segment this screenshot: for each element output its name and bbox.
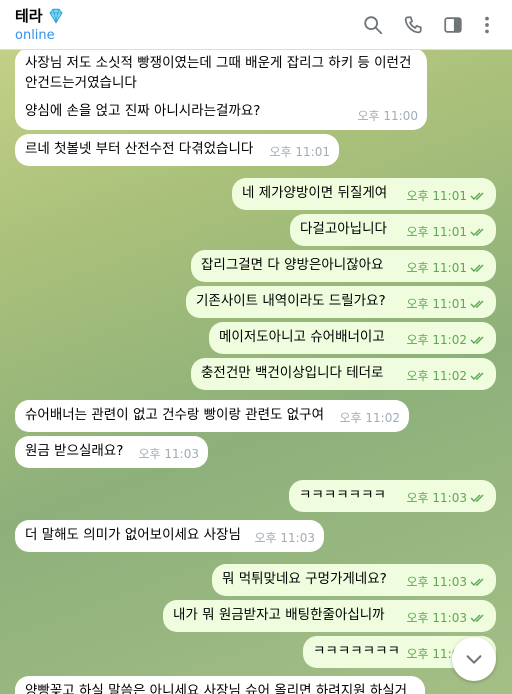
message-time: 오후 11:01 [406, 261, 467, 275]
message-time: 오후 11:02 [339, 411, 400, 425]
message-bubble-outgoing[interactable]: 기존사이트 내역이라도 드릴가요? 오후 11:01 [186, 286, 496, 318]
read-checkmarks-icon [470, 578, 484, 586]
message-time: 오후 11:03 [138, 447, 199, 461]
search-icon[interactable] [362, 14, 384, 36]
read-checkmarks-icon [470, 228, 484, 236]
message-time: 오후 11:01 [406, 225, 467, 239]
message-bubble-incoming[interactable]: 원금 받으실래요? 오후 11:03 [15, 436, 208, 468]
message-bubble-incoming[interactable]: 양빵꽂고 하실 말씀은 아니세요 사장님 슈어 올리면 하려지원 하실거 [15, 676, 425, 694]
read-checkmarks-icon [470, 336, 484, 344]
message-bubble-outgoing[interactable]: 내가 뭐 원금받자고 배팅한줄아십니까 오후 11:03 [163, 600, 496, 632]
read-checkmarks-icon [470, 494, 484, 502]
message-bubble-incoming[interactable]: 슈어배너는 관련이 없고 건수랑 빵이랑 관련도 없구여 오후 11:02 [15, 400, 409, 432]
message-time: 오후 11:03 [406, 611, 467, 625]
read-checkmarks-icon [470, 264, 484, 272]
chat-header: 테라 online [0, 0, 512, 50]
message-time: 오후 11:01 [406, 189, 467, 203]
message-bubble-incoming[interactable]: 르네 첫볼넷 부터 산전수전 다겪었습니다 오후 11:01 [15, 134, 339, 166]
more-vertical-icon[interactable] [476, 14, 498, 36]
chat-title[interactable]: 테라 [15, 5, 65, 26]
message-time: 오후 11:03 [406, 575, 467, 589]
chat-status: online [15, 28, 55, 43]
message-bubble-outgoing[interactable]: 다걸고아닙니다 오후 11:01 [290, 214, 496, 246]
message-text-line: 사장님 저도 소싯적 빵쟁이였는데 그때 배운게 잡리그 하키 등 이런건 [25, 55, 412, 71]
chat-title-text: 테라 [15, 7, 43, 25]
message-time: 오후 11:00 [357, 109, 418, 123]
chevron-down-icon [466, 655, 482, 664]
message-list[interactable]: 사장님 저도 소싯적 빵쟁이였는데 그때 배운게 잡리그 하키 등 이런건 안건… [0, 50, 512, 694]
message-bubble-incoming[interactable]: 사장님 저도 소싯적 빵쟁이였는데 그때 배운게 잡리그 하키 등 이런건 안건… [15, 50, 427, 130]
message-text-line: 안건드는거였습니다 [25, 75, 137, 91]
message-time: 오후 11:01 [269, 145, 330, 159]
gem-icon [49, 8, 63, 24]
read-checkmarks-icon [470, 372, 484, 380]
message-bubble-outgoing[interactable]: 충전건만 백건이상입니다 테더로 오후 11:02 [191, 358, 496, 390]
read-checkmarks-icon [470, 192, 484, 200]
sidebar-toggle-icon[interactable] [442, 14, 464, 36]
message-bubble-outgoing[interactable]: ㅋㅋㅋㅋㅋㅋㅋ 오후 11:03 [289, 480, 496, 512]
message-time: 오후 11:02 [406, 333, 467, 347]
message-bubble-outgoing[interactable]: 뭐 먹튀맞네요 구멍가게네요? 오후 11:03 [212, 564, 496, 596]
message-bubble-outgoing[interactable]: 네 제가양방이면 뒤질게여 오후 11:01 [232, 178, 496, 210]
message-bubble-outgoing[interactable]: 메이저도아니고 슈어배너이고 오후 11:02 [209, 322, 496, 354]
message-time: 오후 11:03 [254, 531, 315, 545]
message-bubble-outgoing[interactable]: 잡리그걸면 다 양방은아니잖아요 오후 11:01 [191, 250, 496, 282]
phone-icon[interactable] [402, 14, 424, 36]
message-text: 양빵꽂고 하실 말씀은 아니세요 사장님 슈어 올리면 하려지원 하실거 [25, 683, 408, 694]
scroll-down-button[interactable] [452, 637, 496, 681]
read-checkmarks-icon [470, 300, 484, 308]
message-bubble-incoming[interactable]: 더 말해도 의미가 없어보이세요 사장님 오후 11:03 [15, 520, 324, 552]
message-time: 오후 11:03 [406, 491, 467, 505]
message-time: 오후 11:01 [406, 297, 467, 311]
read-checkmarks-icon [470, 614, 484, 622]
message-time: 오후 11:02 [406, 369, 467, 383]
